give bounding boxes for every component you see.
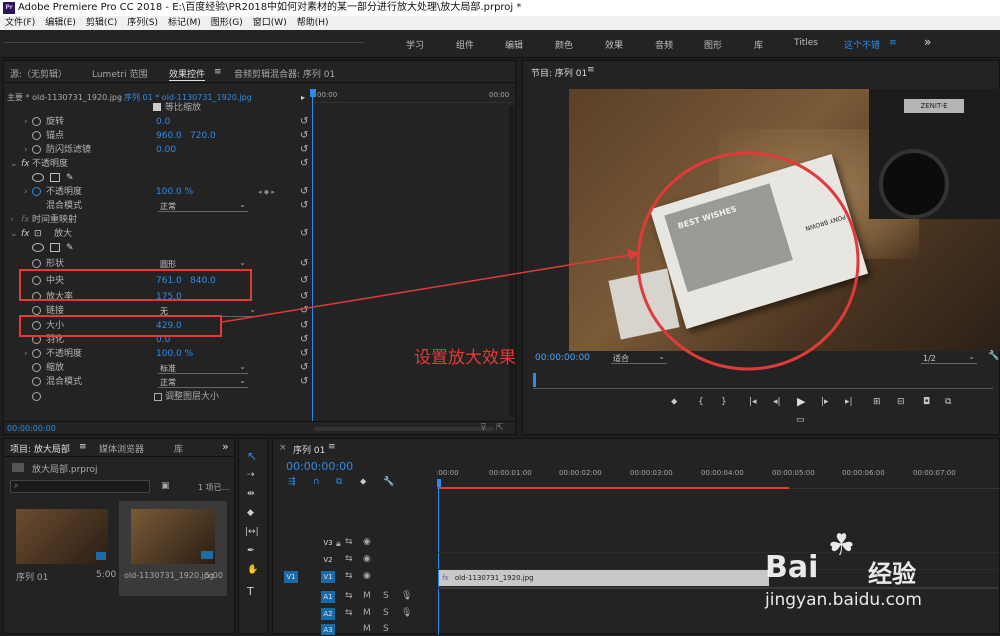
watermark-brand: Bai <box>765 550 819 585</box>
tools-panel: ↖ ⇢ ⇹ ◆ |↔| ✒ ✋ T <box>238 438 268 634</box>
nest-icon[interactable]: ⇶ <box>288 477 296 487</box>
new-bin-icon[interactable]: ▣ <box>161 481 170 491</box>
sync-lock-icon[interactable]: ⇆ <box>345 554 353 564</box>
close-icon[interactable]: × <box>279 443 287 453</box>
watermark-brand2: 经验 <box>868 560 916 588</box>
source-patch-v1[interactable]: V1 <box>284 571 298 583</box>
track-label-a3[interactable]: A3 <box>321 624 335 635</box>
timeline-timecode[interactable]: 00:00:00:00 <box>286 460 353 473</box>
ruler-tick: 00:00:05:00 <box>772 469 815 477</box>
eye-icon[interactable]: ◉ <box>363 537 371 547</box>
project-menu-icon[interactable]: ≡ <box>79 442 87 452</box>
sequence-name: 序列 01 <box>16 573 49 583</box>
solo-button[interactable]: S <box>383 591 389 601</box>
solo-button[interactable]: S <box>383 624 389 634</box>
ruler-tick: 00:00:03:00 <box>630 469 673 477</box>
slip-tool-icon[interactable]: |↔| <box>245 527 259 537</box>
ruler-tick: 00:00:04:00 <box>701 469 744 477</box>
timeline-ruler[interactable]: :00:00 00:00:01:00 00:00:02:00 00:00:03:… <box>436 469 1000 489</box>
pen-tool-icon[interactable]: ✒ <box>247 546 255 556</box>
project-panel: 项目: 放大局部 ≡ 媒体浏览器 库 » 放大局部.prproj ⌕ ▣ 1 项… <box>3 438 235 634</box>
timeline-menu-icon[interactable]: ≡ <box>328 442 336 452</box>
project-search-input[interactable]: ⌕ <box>10 480 150 493</box>
watermark-url: jingyan.baidu.com <box>765 590 922 610</box>
clip-fx-badge: fx <box>442 574 449 582</box>
timeline-settings-icon[interactable]: 🔧 <box>383 477 394 487</box>
clip-duration: 5:00 <box>205 571 223 580</box>
sequence-duration: 5:00 <box>96 570 117 580</box>
mute-button[interactable]: M <box>363 608 371 618</box>
tab-media-browser[interactable]: 媒体浏览器 <box>99 442 144 455</box>
timeline-title[interactable]: 序列 01 <box>293 443 325 456</box>
timeline-playhead[interactable] <box>438 487 439 635</box>
razor-tool-icon[interactable]: ◆ <box>247 508 254 518</box>
track-label-v1[interactable]: V1 <box>321 571 335 583</box>
project-item-sequence[interactable]: 序列 01 5:00 <box>12 504 116 594</box>
mute-button[interactable]: M <box>363 591 371 601</box>
add-marker-icon[interactable]: ⬥ <box>360 477 366 487</box>
project-file-name: 放大局部.prproj <box>32 465 98 475</box>
clip-badge-icon <box>201 551 213 559</box>
panel-overflow-icon[interactable]: » <box>222 440 229 453</box>
tab-libraries[interactable]: 库 <box>174 442 183 455</box>
solo-button[interactable]: S <box>383 608 389 618</box>
track-select-tool-icon[interactable]: ⇢ <box>247 470 255 480</box>
tab-project[interactable]: 项目: 放大局部 <box>10 442 70 455</box>
project-file-icon <box>12 463 24 472</box>
track-a2: A2 ⇆ M S 🎙︎ <box>273 606 438 623</box>
track-label-a1[interactable]: A1 <box>321 591 335 603</box>
clip-name: old-1130731_1920.jpg <box>124 571 214 580</box>
project-item-count: 1 项已... <box>198 483 230 492</box>
timeline-clip-name: old-1130731_1920.jpg <box>454 574 534 582</box>
watermark-paw-icon: ☘ <box>828 528 855 563</box>
track-label-v2[interactable]: V2 <box>321 554 335 566</box>
ripple-edit-tool-icon[interactable]: ⇹ <box>247 489 255 499</box>
ruler-tick: 00:00:07:00 <box>913 469 956 477</box>
track-headers: 🔒︎ V3 ⇆ ◉ V2 ⇆ ◉ V1 V1 ⇆ ◉ A1 ⇆ M S 🎙︎ A… <box>273 535 438 635</box>
timeline-playhead-handle[interactable] <box>437 479 441 487</box>
project-tabs: 项目: 放大局部 ≡ 媒体浏览器 库 » <box>4 439 234 457</box>
track-v2: V2 ⇆ ◉ <box>273 552 438 569</box>
sequence-badge-icon <box>96 552 106 560</box>
mute-button[interactable]: M <box>363 624 371 634</box>
work-area-bar[interactable] <box>439 487 789 489</box>
sync-lock-icon[interactable]: ⇆ <box>345 591 353 601</box>
microphone-icon[interactable]: 🎙︎ <box>401 608 412 618</box>
lock-icon[interactable]: 🔒︎ <box>336 539 341 549</box>
selection-tool-icon[interactable]: ↖ <box>247 449 257 463</box>
ruler-tick: 00:00:01:00 <box>489 469 532 477</box>
sync-lock-icon[interactable]: ⇆ <box>345 537 353 547</box>
track-v3: 🔒︎ V3 ⇆ ◉ <box>273 535 438 552</box>
linked-selection-icon[interactable]: ⧉ <box>336 477 342 487</box>
track-v1: V1 V1 ⇆ ◉ <box>273 569 438 586</box>
ruler-tick: :00:00 <box>436 469 459 477</box>
microphone-icon[interactable]: 🎙︎ <box>401 591 412 601</box>
type-tool-icon[interactable]: T <box>247 585 254 598</box>
timeline-clip[interactable]: fx old-1130731_1920.jpg <box>439 570 769 586</box>
sequence-thumbnail <box>16 509 108 564</box>
track-a3: A3 M S <box>273 623 438 635</box>
baidu-watermark: ☘ Bai 经验 jingyan.baidu.com <box>765 528 990 628</box>
project-item-clip[interactable]: old-1130731_1920.jpg 5:00 <box>119 501 227 596</box>
track-label-a2[interactable]: A2 <box>321 608 335 620</box>
track-label-v3[interactable]: V3 <box>321 537 335 549</box>
sync-lock-icon[interactable]: ⇆ <box>345 571 353 581</box>
search-icon: ⌕ <box>14 481 20 491</box>
eye-icon[interactable]: ◉ <box>363 571 371 581</box>
track-a1: A1 ⇆ M S 🎙︎ <box>273 589 438 606</box>
snap-icon[interactable]: ∩ <box>313 477 320 487</box>
ruler-tick: 00:00:02:00 <box>559 469 602 477</box>
sync-lock-icon[interactable]: ⇆ <box>345 608 353 618</box>
hand-tool-icon[interactable]: ✋ <box>247 565 258 575</box>
ruler-tick: 00:00:06:00 <box>842 469 885 477</box>
eye-icon[interactable]: ◉ <box>363 554 371 564</box>
